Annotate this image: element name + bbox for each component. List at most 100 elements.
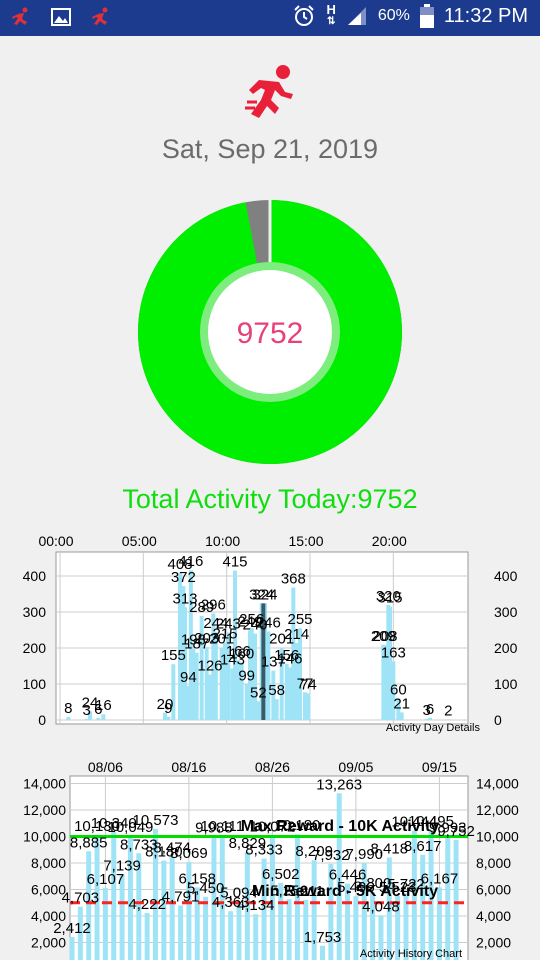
chart1-y-tick-label: 0 bbox=[38, 712, 46, 728]
chart1-data-label: 74 bbox=[300, 676, 317, 693]
chart2-data-label: 9,752 bbox=[437, 823, 475, 840]
max-reward-label: Max Reward - 10K Activity bbox=[241, 818, 440, 835]
chart1-data-label: 126 bbox=[197, 658, 222, 675]
activity-donut: 9752 bbox=[138, 200, 402, 464]
chart1-bar bbox=[166, 716, 171, 720]
activity-day-chart: 8 324616 209155408372313944161981872892031… bbox=[23, 533, 518, 734]
chart2-data-label: 8,333 bbox=[245, 842, 283, 859]
chart2-bar bbox=[203, 896, 209, 960]
chart1-x-tick-label: 05:00 bbox=[122, 533, 157, 549]
chart2-y-tick-label-right: 4,000 bbox=[476, 908, 511, 924]
chart1-data-label: 315 bbox=[377, 590, 402, 607]
chart2-bar bbox=[445, 836, 451, 960]
chart1-data-label: 155 bbox=[161, 647, 186, 664]
chart2-data-label: 4,703 bbox=[62, 890, 100, 907]
chart1-data-label: 160 bbox=[229, 645, 254, 662]
chart1-data-label: 368 bbox=[281, 571, 306, 588]
chart1-data-label: 214 bbox=[284, 626, 309, 643]
chart1-data-label: 208 bbox=[372, 628, 397, 645]
chart2-data-label: 1,753 bbox=[304, 929, 342, 946]
chart1-y-tick-label-right: 0 bbox=[494, 712, 502, 728]
chart1-data-label: 94 bbox=[180, 669, 197, 686]
min-reward-label: Min Reward - 5K Activity bbox=[252, 883, 438, 900]
chart1-bar bbox=[66, 717, 71, 720]
chart1-data-label: 2 bbox=[444, 702, 452, 719]
chart2-data-label: 4,222 bbox=[128, 896, 166, 913]
chart1-data-label: 296 bbox=[201, 596, 226, 613]
chart1-y-tick-label-right: 200 bbox=[494, 640, 518, 656]
chart2-x-tick-label: 08/26 bbox=[255, 759, 290, 775]
chart1-data-label: 52 bbox=[250, 684, 267, 701]
chart2-y-tick-label-right: 12,000 bbox=[476, 802, 519, 818]
chart2-y-tick-label: 6,000 bbox=[31, 882, 66, 898]
chart1-bar bbox=[274, 699, 279, 720]
chart2-data-label: 10,573 bbox=[133, 812, 179, 829]
chart1-data-label: 415 bbox=[222, 554, 247, 571]
chart1-data-label: 9 bbox=[164, 700, 172, 717]
chart2-bar bbox=[111, 831, 117, 960]
chart1-x-tick-label: 15:00 bbox=[288, 533, 323, 549]
activity-history-chart: 2,4124,7038,88510,1306,10710,3407,13910,… bbox=[23, 759, 519, 960]
chart2-bar bbox=[144, 913, 150, 960]
chart2-data-label: 10,111 bbox=[200, 818, 244, 835]
chart1-y-tick-label: 200 bbox=[23, 640, 47, 656]
chart2-y-tick-label-right: 2,000 bbox=[476, 935, 511, 951]
chart2-data-label: 4,048 bbox=[362, 898, 400, 915]
chart1-y-tick-label-right: 300 bbox=[494, 604, 518, 620]
chart2-data-label: 8,418 bbox=[371, 840, 409, 857]
chart1-y-tick-label: 400 bbox=[23, 568, 47, 584]
chart2-y-tick-label: 4,000 bbox=[31, 908, 66, 924]
chart2-bar bbox=[453, 839, 459, 960]
chart2-x-tick-label: 09/15 bbox=[422, 759, 457, 775]
chart2-y-tick-label: 2,000 bbox=[31, 935, 66, 951]
chart1-data-label: 21 bbox=[393, 695, 410, 712]
chart2-bar bbox=[353, 896, 359, 960]
chart1-caption: Activity Day Details bbox=[386, 722, 481, 734]
chart2-bar bbox=[286, 899, 292, 960]
chart2-bar bbox=[320, 945, 325, 960]
chart2-bar bbox=[69, 937, 75, 960]
chart2-bar bbox=[178, 905, 184, 960]
chart1-x-tick-label: 20:00 bbox=[372, 533, 407, 549]
chart2-data-label: 8,617 bbox=[404, 838, 442, 855]
chart1-data-label: 324 bbox=[252, 586, 277, 603]
chart2-data-label: 8,885 bbox=[70, 834, 108, 851]
chart1-y-tick-label: 300 bbox=[23, 604, 47, 620]
chart1-data-label: 99 bbox=[238, 667, 255, 684]
chart1-x-tick-label: 10:00 bbox=[205, 533, 240, 549]
chart1-data-label: 255 bbox=[287, 611, 312, 628]
chart2-data-label: 7,139 bbox=[103, 857, 141, 874]
chart2-data-label: 7,932 bbox=[312, 847, 350, 864]
chart1-data-label: 58 bbox=[268, 682, 285, 699]
chart1-y-tick-label-right: 400 bbox=[494, 568, 518, 584]
chart2-y-tick-label-right: 6,000 bbox=[476, 882, 511, 898]
chart2-y-tick-label-right: 14,000 bbox=[476, 776, 519, 792]
chart2-bar bbox=[102, 888, 108, 960]
donut-center-value: 9752 bbox=[237, 317, 304, 350]
chart2-bar bbox=[253, 914, 259, 960]
chart2-bar bbox=[228, 911, 234, 960]
chart1-bar bbox=[446, 719, 451, 720]
chart2-y-tick-label-right: 10,000 bbox=[476, 829, 519, 845]
chart2-data-label: 8,069 bbox=[170, 845, 208, 862]
chart1-data-label: 246 bbox=[256, 614, 281, 631]
chart1-data-label: 416 bbox=[178, 553, 203, 570]
chart1-bar bbox=[96, 717, 101, 720]
chart2-data-label: 6,502 bbox=[262, 866, 300, 883]
chart1-bar bbox=[399, 712, 404, 720]
chart2-x-tick-label: 09/05 bbox=[338, 759, 373, 775]
chart2-y-tick-label-right: 8,000 bbox=[476, 855, 511, 871]
chart2-y-tick-label: 10,000 bbox=[23, 829, 66, 845]
chart1-data-label: 146 bbox=[277, 650, 302, 667]
chart2-bar bbox=[169, 856, 175, 960]
chart1-data-label: 163 bbox=[381, 644, 406, 661]
chart2-x-tick-label: 08/16 bbox=[171, 759, 206, 775]
chart2-x-tick-label: 08/06 bbox=[88, 759, 123, 775]
chart1-y-tick-label-right: 100 bbox=[494, 676, 518, 692]
chart2-y-tick-label: 12,000 bbox=[23, 802, 66, 818]
chart1-data-label: 6 bbox=[426, 701, 434, 718]
chart1-bar bbox=[306, 693, 311, 720]
chart1-x-tick-label: 00:00 bbox=[38, 533, 73, 549]
chart2-caption: Activity History Chart bbox=[360, 948, 462, 960]
chart1-data-label: 16 bbox=[95, 697, 112, 714]
